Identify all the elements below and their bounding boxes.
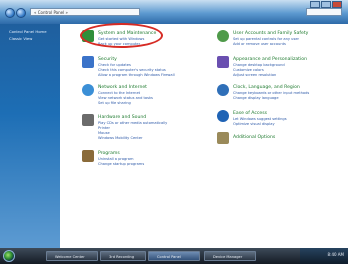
- category-link[interactable]: Adjust screen resolution: [233, 73, 276, 77]
- category-title[interactable]: Network and Internet: [98, 85, 147, 90]
- category-link[interactable]: Let Windows suggest settings: [233, 117, 287, 121]
- forward-icon[interactable]: [16, 8, 26, 18]
- category-link[interactable]: Change display language: [233, 96, 279, 100]
- category-link[interactable]: Windows Mobility Center: [98, 136, 143, 140]
- taskbar-button-control-panel[interactable]: Control Panel: [148, 251, 200, 261]
- window-controls: [310, 1, 342, 8]
- category-link[interactable]: Check this computer's security status: [98, 68, 166, 72]
- programs-icon: [82, 150, 94, 162]
- category-link[interactable]: Change keyboards or other input methods: [233, 91, 309, 95]
- category-link[interactable]: Check for updates: [98, 63, 131, 67]
- desktop-screen: « Control Panel » Control Panel Home Cla…: [0, 0, 348, 264]
- ease-of-access-icon: [217, 110, 229, 122]
- category-link[interactable]: Change desktop background: [233, 63, 285, 67]
- window-address-bar: « Control Panel »: [0, 0, 348, 24]
- category-title[interactable]: Ease of Access: [233, 111, 267, 116]
- category-link[interactable]: Add or remove user accounts: [233, 42, 286, 46]
- category-title[interactable]: Appearance and Personalization: [233, 57, 307, 62]
- clock-globe-icon: [217, 84, 229, 96]
- network-globe-icon: [82, 84, 94, 96]
- category-title[interactable]: Hardware and Sound: [98, 115, 146, 120]
- address-field[interactable]: « Control Panel »: [30, 8, 140, 16]
- category-link[interactable]: Printer: [98, 126, 110, 130]
- task-pane: Control Panel Home Classic View: [0, 24, 60, 248]
- category-link[interactable]: Customize colors: [233, 68, 264, 72]
- clock[interactable]: 8:40 AM: [328, 252, 344, 257]
- printer-icon: [82, 114, 94, 126]
- category-title[interactable]: Security: [98, 57, 117, 62]
- category-title[interactable]: Additional Options: [233, 135, 275, 140]
- category-link[interactable]: Allow a program through Windows Firewall: [98, 73, 175, 77]
- sidebar-item-control-panel-home[interactable]: Control Panel Home: [9, 29, 47, 34]
- taskbar-button-welcome-center[interactable]: Welcome Center: [46, 251, 98, 261]
- search-input[interactable]: [306, 8, 342, 16]
- category-link[interactable]: Optimize visual display: [233, 122, 275, 126]
- category-title[interactable]: Programs: [98, 151, 120, 156]
- category-link[interactable]: Play CDs or other media automatically: [98, 121, 167, 125]
- highlight-circle: [80, 23, 163, 48]
- category-title[interactable]: Clock, Language, and Region: [233, 85, 300, 90]
- category-link[interactable]: Uninstall a program: [98, 157, 134, 161]
- category-link[interactable]: View network status and tasks: [98, 96, 153, 100]
- system-tray: 8:40 AM: [300, 248, 348, 264]
- minimize-button[interactable]: [310, 1, 320, 8]
- close-button[interactable]: [332, 1, 342, 8]
- sidebar-item-classic-view[interactable]: Classic View: [9, 36, 32, 41]
- category-link[interactable]: Mouse: [98, 131, 110, 135]
- category-link[interactable]: Set up parental controls for any user: [233, 37, 299, 41]
- category-title[interactable]: User Accounts and Family Safety: [233, 31, 308, 36]
- start-orb-icon[interactable]: [3, 250, 15, 262]
- category-link[interactable]: Change startup programs: [98, 162, 144, 166]
- user-accounts-icon: [217, 30, 229, 42]
- taskbar-button-recording[interactable]: 3rd Recording: [100, 251, 146, 261]
- category-link[interactable]: Set up file sharing: [98, 101, 131, 105]
- taskbar: Welcome Center 3rd Recording Control Pan…: [0, 248, 348, 264]
- appearance-icon: [217, 56, 229, 68]
- category-link[interactable]: Connect to the Internet: [98, 91, 140, 95]
- security-shield-icon: [82, 56, 94, 68]
- additional-options-icon: [217, 132, 229, 144]
- control-panel-categories: System and Maintenance Get started with …: [60, 24, 348, 248]
- maximize-button[interactable]: [321, 1, 331, 8]
- back-icon[interactable]: [5, 8, 15, 18]
- taskbar-button-device-manager[interactable]: Device Manager: [204, 251, 256, 261]
